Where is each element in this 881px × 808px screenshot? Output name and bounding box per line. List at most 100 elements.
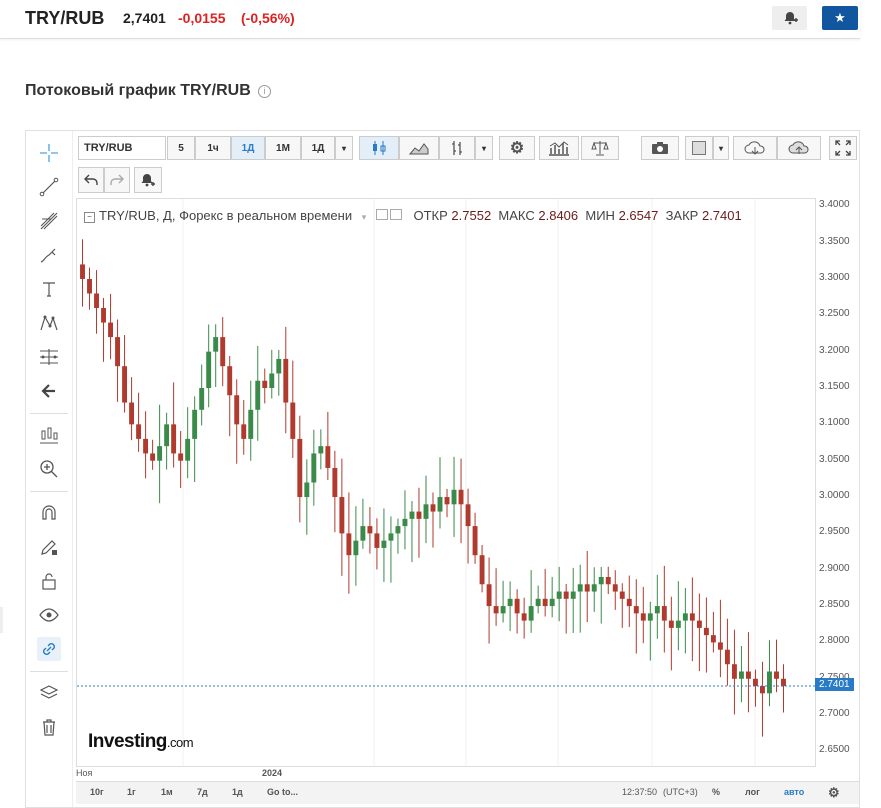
range-7d-button[interactable]: 7д — [197, 787, 208, 797]
brush-icon — [40, 248, 56, 263]
y-tick-label: 3.1000 — [819, 417, 850, 429]
candle-body — [381, 540, 387, 548]
info-icon[interactable]: i — [258, 85, 271, 98]
symbol-search-input[interactable]: TRY/RUB — [78, 136, 166, 160]
indicators-tool[interactable] — [37, 423, 61, 447]
save-chart-button[interactable] — [777, 136, 821, 160]
style-dropdown-button[interactable]: ▾ — [475, 136, 493, 160]
trendline-tool[interactable] — [37, 175, 61, 199]
candle-body — [248, 409, 254, 439]
eye-icon[interactable] — [375, 209, 388, 220]
expand-button[interactable] — [829, 136, 857, 160]
hide-toolbar-button[interactable] — [37, 379, 61, 403]
hide-drawings-tool[interactable] — [37, 603, 61, 627]
lock-drawings-tool[interactable] — [37, 569, 61, 593]
candle-body — [528, 606, 534, 621]
cloud-upload-icon — [788, 141, 809, 154]
y-tick-label: 3.4000 — [819, 199, 850, 211]
create-alert-button[interactable] — [772, 6, 807, 30]
add-alert-button[interactable] — [134, 167, 162, 193]
text-icon — [43, 282, 55, 297]
candle-body — [781, 678, 786, 687]
compare-button[interactable] — [581, 136, 619, 160]
remove-drawings-tool[interactable] — [37, 715, 61, 739]
candlestick-icon — [373, 141, 386, 155]
brush-tool[interactable] — [37, 243, 61, 267]
indicators-button[interactable] — [539, 136, 579, 160]
interval-1d-button[interactable]: 1Д — [231, 136, 265, 160]
candle-body — [458, 489, 464, 505]
candle-body — [213, 337, 219, 352]
price-chart-area[interactable] — [76, 198, 816, 767]
close-label: ЗАКР — [665, 208, 699, 223]
fullscreen-toggle-button[interactable] — [685, 136, 713, 160]
legend-caret-icon[interactable]: ▾ — [362, 212, 367, 222]
clock-timezone[interactable]: (UTC+3) — [663, 787, 698, 797]
bars-style-button[interactable] — [439, 136, 475, 160]
magnet-tool[interactable] — [37, 501, 61, 525]
time-axis[interactable]: Ноя 2024 — [76, 767, 814, 781]
pattern-tool[interactable] — [37, 311, 61, 335]
candle-body — [689, 613, 695, 621]
settings-button[interactable]: ⚙ — [499, 136, 535, 160]
candle-body — [584, 584, 590, 592]
gear-icon[interactable]: ⚙ — [828, 785, 840, 801]
crosshair-tool[interactable] — [37, 141, 61, 165]
zoom-tool[interactable] — [37, 457, 61, 481]
logo-suffix: .com — [166, 735, 194, 750]
price-change-percent: (-0,56%) — [241, 10, 295, 26]
load-chart-button[interactable] — [733, 136, 777, 160]
text-tool[interactable] — [37, 277, 61, 301]
redo-button[interactable] — [104, 167, 130, 193]
high-value: 2.8406 — [538, 208, 579, 223]
candle-body — [185, 438, 191, 461]
layout-dropdown-button[interactable]: ▾ — [713, 136, 729, 160]
interval-1h-button[interactable]: 1ч — [195, 136, 231, 160]
auto-scale-button[interactable]: авто — [784, 787, 804, 797]
x-label-nov: Ноя — [76, 768, 93, 778]
square-icon — [692, 141, 706, 155]
zoom-in-icon — [40, 460, 58, 478]
candle-body — [290, 402, 296, 439]
side-tab-handle[interactable] — [0, 607, 3, 633]
add-to-watchlist-button[interactable]: ★ — [822, 6, 858, 30]
object-tree-tool[interactable] — [37, 681, 61, 705]
measure-tool[interactable] — [37, 345, 61, 369]
range-1d-button[interactable]: 1д — [232, 787, 243, 797]
candle-body — [430, 504, 436, 512]
interval-5m-button[interactable]: 5 — [167, 136, 195, 160]
log-scale-button[interactable]: лог — [745, 787, 760, 797]
candle-body — [598, 577, 604, 585]
interval-1m-button[interactable]: 1М — [265, 136, 301, 160]
candle-body — [521, 613, 527, 621]
candle-body — [108, 322, 113, 338]
goto-date-button[interactable]: Go to... — [267, 787, 298, 797]
candle-body — [507, 598, 513, 607]
undo-button[interactable] — [78, 167, 104, 193]
candle-body — [675, 620, 681, 628]
fib-tool[interactable] — [37, 209, 61, 233]
percent-scale-button[interactable]: % — [712, 787, 720, 797]
candle-body — [192, 409, 198, 439]
area-style-button[interactable] — [399, 136, 439, 160]
candle-body — [94, 293, 99, 309]
sync-drawings-tool[interactable] — [37, 637, 61, 661]
bell-plus-icon — [784, 12, 798, 25]
area-chart-icon — [409, 143, 429, 155]
snapshot-button[interactable] — [641, 136, 679, 160]
range-10y-button[interactable]: 10г — [90, 787, 104, 797]
range-1m-button[interactable]: 1м — [161, 787, 173, 797]
drawing-toolbar — [26, 131, 73, 807]
candle-body — [262, 380, 268, 388]
range-1y-button[interactable]: 1г — [127, 787, 136, 797]
interval-dropdown-button[interactable]: ▾ — [335, 136, 353, 160]
candle-body — [738, 671, 744, 679]
candles-style-button[interactable] — [359, 136, 399, 160]
gear-icon[interactable] — [389, 209, 402, 220]
candle-body — [87, 278, 92, 294]
stay-in-drawing-tool[interactable] — [37, 535, 61, 559]
legend-collapse-icon[interactable]: − — [84, 212, 95, 223]
interval-1d-alt-button[interactable]: 1Д — [301, 136, 335, 160]
candle-body — [101, 308, 106, 323]
y-tick-label: 2.7000 — [819, 708, 850, 720]
